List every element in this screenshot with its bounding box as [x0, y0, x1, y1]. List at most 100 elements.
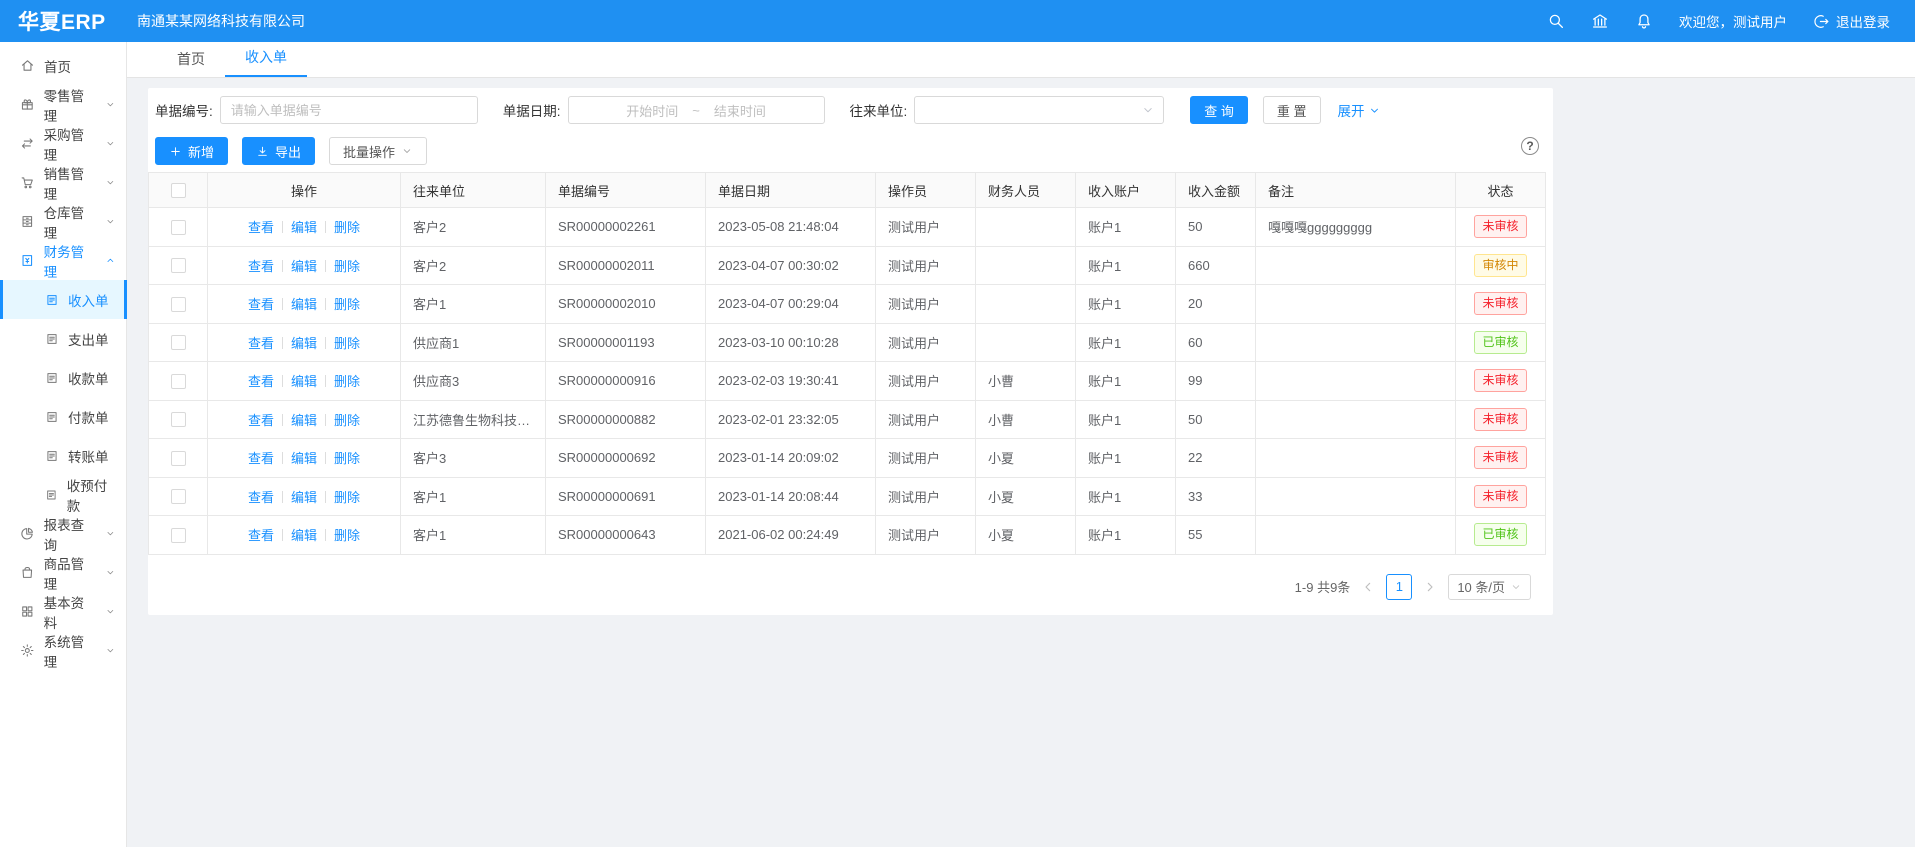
tab-income-bill[interactable]: 收入单: [225, 39, 307, 77]
notification-bell-icon[interactable]: [1635, 12, 1653, 30]
chevron-down-icon: [105, 177, 116, 188]
export-button[interactable]: 导出: [242, 137, 315, 165]
sidebar-item-finance[interactable]: 财务管理: [0, 241, 126, 280]
cell-status: 未审核: [1456, 285, 1546, 324]
doc-icon: [45, 410, 59, 424]
sidebar-item-home[interactable]: 首页: [0, 46, 126, 85]
next-page-button[interactable]: [1422, 579, 1438, 595]
add-button[interactable]: 新增: [155, 137, 228, 165]
cell-bill-no: SR00000000692: [546, 439, 706, 478]
search-icon[interactable]: [1547, 12, 1565, 30]
delete-link[interactable]: 删除: [334, 451, 360, 466]
sidebar-item-income-bill[interactable]: 收入单: [0, 280, 126, 319]
edit-link[interactable]: 编辑: [291, 451, 317, 466]
sidebar-item-warehouse[interactable]: 仓库管理: [0, 202, 126, 241]
edit-link[interactable]: 编辑: [291, 336, 317, 351]
view-link[interactable]: 查看: [248, 220, 274, 235]
sidebar-item-payment-bill[interactable]: 付款单: [0, 397, 126, 436]
cell-income-account: 账户1: [1076, 208, 1176, 247]
edit-link[interactable]: 编辑: [291, 220, 317, 235]
sidebar-item-basic-data[interactable]: 基本资料: [0, 592, 126, 631]
delete-link[interactable]: 删除: [334, 374, 360, 389]
tab-home[interactable]: 首页: [157, 41, 225, 77]
edit-link[interactable]: 编辑: [291, 490, 317, 505]
prev-page-button[interactable]: [1360, 579, 1376, 595]
cell-actions: 查看 编辑 删除: [208, 362, 401, 401]
delete-link[interactable]: 删除: [334, 336, 360, 351]
edit-link[interactable]: 编辑: [291, 259, 317, 274]
action-divider: [325, 491, 326, 503]
date-range-picker[interactable]: 开始时间 ~ 结束时间: [568, 96, 825, 124]
delete-link[interactable]: 删除: [334, 297, 360, 312]
row-checkbox[interactable]: [171, 451, 186, 466]
bill-no-input[interactable]: [220, 96, 478, 124]
delete-link[interactable]: 删除: [334, 528, 360, 543]
delete-link[interactable]: 删除: [334, 490, 360, 505]
edit-link[interactable]: 编辑: [291, 528, 317, 543]
row-checkbox[interactable]: [171, 489, 186, 504]
row-checkbox[interactable]: [171, 220, 186, 235]
cell-actions: 查看 编辑 删除: [208, 323, 401, 362]
help-icon[interactable]: ?: [1521, 137, 1539, 155]
logout-button[interactable]: 退出登录: [1813, 11, 1890, 31]
swap-icon: [20, 136, 35, 151]
sidebar-item-transfer-bill[interactable]: 转账单: [0, 436, 126, 475]
row-checkbox[interactable]: [171, 412, 186, 427]
row-checkbox[interactable]: [171, 258, 186, 273]
action-divider: [325, 221, 326, 233]
search-button[interactable]: 查 询: [1190, 96, 1248, 124]
view-link[interactable]: 查看: [248, 336, 274, 351]
row-checkbox[interactable]: [171, 335, 186, 350]
chevron-down-icon: [1368, 104, 1381, 117]
sidebar-item-goods[interactable]: 商品管理: [0, 553, 126, 592]
table-row: 查看编辑删除供应商1SR000000011932023-03-10 00:10:…: [149, 323, 1546, 362]
sidebar-item-sales[interactable]: 销售管理: [0, 163, 126, 202]
table-row: 查看编辑删除客户3SR000000006922023-01-14 20:09:0…: [149, 439, 1546, 478]
sidebar-item-retail[interactable]: 零售管理: [0, 85, 126, 124]
view-link[interactable]: 查看: [248, 413, 274, 428]
edit-link[interactable]: 编辑: [291, 297, 317, 312]
cell-partner: 供应商1: [401, 323, 546, 362]
view-link[interactable]: 查看: [248, 451, 274, 466]
row-checkbox[interactable]: [171, 374, 186, 389]
sidebar-item-purchase[interactable]: 采购管理: [0, 124, 126, 163]
page-size-select[interactable]: 10 条/页: [1448, 574, 1531, 600]
sidebar-item-expense-bill[interactable]: 支出单: [0, 319, 126, 358]
status-badge: 未审核: [1474, 446, 1526, 469]
cell-bill-date: 2023-04-07 00:29:04: [706, 285, 876, 324]
sidebar-item-receipt-bill[interactable]: 收款单: [0, 358, 126, 397]
edit-link[interactable]: 编辑: [291, 413, 317, 428]
expand-link[interactable]: 展开: [1338, 100, 1381, 120]
delete-link[interactable]: 删除: [334, 413, 360, 428]
app-logo: 华夏ERP: [0, 6, 127, 36]
select-all-checkbox[interactable]: [171, 183, 186, 198]
cell-status: 未审核: [1456, 400, 1546, 439]
sidebar-item-label: 销售管理: [44, 163, 97, 203]
delete-link[interactable]: 删除: [334, 259, 360, 274]
cell-status: 审核中: [1456, 246, 1546, 285]
view-link[interactable]: 查看: [248, 297, 274, 312]
platform-icon[interactable]: [1591, 12, 1609, 30]
page-number-current[interactable]: 1: [1386, 574, 1412, 600]
cell-partner: 客户2: [401, 208, 546, 247]
row-checkbox[interactable]: [171, 528, 186, 543]
sidebar-item-reports[interactable]: 报表查询: [0, 514, 126, 553]
cell-actions: 查看 编辑 删除: [208, 208, 401, 247]
delete-link[interactable]: 删除: [334, 220, 360, 235]
search-button-label: 查 询: [1204, 101, 1234, 120]
view-link[interactable]: 查看: [248, 528, 274, 543]
date-separator: ~: [692, 103, 700, 118]
edit-link[interactable]: 编辑: [291, 374, 317, 389]
view-link[interactable]: 查看: [248, 259, 274, 274]
sidebar-item-system[interactable]: 系统管理: [0, 631, 126, 670]
cell-remark: [1256, 477, 1456, 516]
partner-select[interactable]: [914, 96, 1164, 124]
view-link[interactable]: 查看: [248, 490, 274, 505]
reset-button[interactable]: 重 置: [1263, 96, 1321, 124]
batch-operations-button[interactable]: 批量操作: [329, 137, 427, 165]
row-checkbox[interactable]: [171, 297, 186, 312]
chevron-down-icon: [105, 99, 116, 110]
cell-remark: [1256, 439, 1456, 478]
sidebar-item-advance-receipt[interactable]: 收预付款: [0, 475, 126, 514]
view-link[interactable]: 查看: [248, 374, 274, 389]
